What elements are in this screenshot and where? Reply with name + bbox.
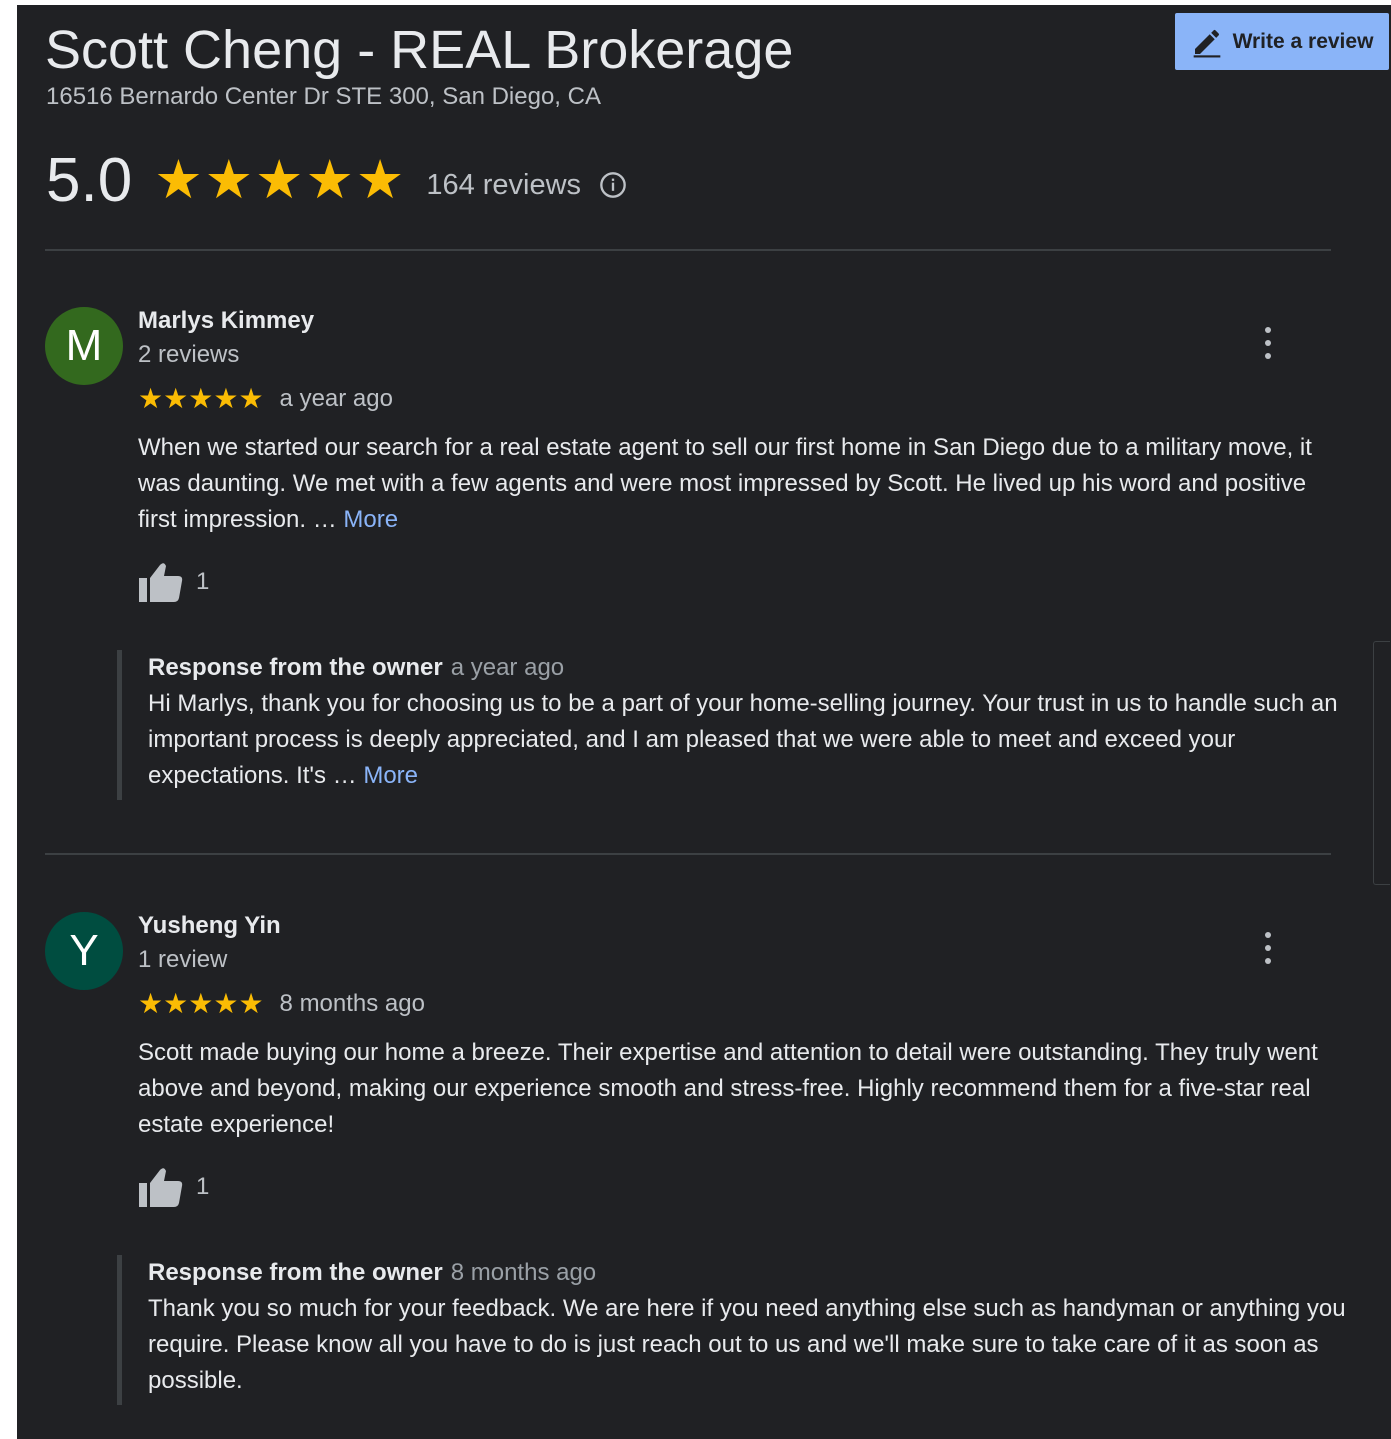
reviews-panel: Scott Cheng - REAL Brokerage 16516 Berna… (17, 5, 1391, 1439)
review-stars: ★ ★ ★ ★ ★ 8 months ago (138, 990, 425, 1018)
star-icon: ★ (188, 988, 214, 1019)
write-review-label: Write a review (1232, 29, 1374, 53)
write-review-button[interactable]: Write a review (1175, 13, 1389, 70)
avatar[interactable]: M (45, 307, 123, 385)
pencil-icon (1193, 29, 1220, 57)
rating-value: 5.0 (46, 145, 133, 215)
star-icon: ★ (188, 383, 214, 414)
owner-response-body: Hi Marlys, thank you for choosing us to … (148, 690, 1338, 789)
star-icon: ★ (255, 150, 304, 210)
review-text: When we started our search for a real es… (138, 430, 1318, 538)
star-icon: ★ (305, 150, 354, 210)
owner-response: Response from the owner a year ago Hi Mar… (117, 650, 1368, 800)
review-date: 8 months ago (279, 990, 425, 1017)
business-address: 16516 Bernardo Center Dr STE 300, San Di… (46, 83, 601, 110)
owner-response-label: Response from the owner (148, 1259, 443, 1286)
review-count: 164 reviews (426, 168, 582, 201)
more-link[interactable]: More (343, 506, 398, 533)
star-icon: ★ (238, 988, 264, 1019)
review-body: When we started our search for a real es… (138, 434, 1312, 533)
reviewer-name[interactable]: Yusheng Yin (138, 912, 281, 940)
owner-response-header: Response from the owner 8 months ago (148, 1255, 1368, 1291)
owner-response: Response from the owner 8 months ago Than… (117, 1255, 1368, 1405)
avatar[interactable]: Y (45, 912, 123, 990)
star-icon: ★ (154, 150, 203, 210)
star-icon: ★ (163, 383, 189, 414)
star-icon: ★ (163, 988, 189, 1019)
owner-response-header: Response from the owner a year ago (148, 650, 1368, 686)
star-icon: ★ (238, 383, 264, 414)
more-link[interactable]: More (363, 762, 418, 789)
review-text: Scott made buying our home a breeze. The… (138, 1039, 1318, 1138)
owner-response-date: 8 months ago (450, 1259, 597, 1286)
star-icon: ★ (213, 988, 239, 1019)
divider (45, 853, 1331, 855)
like-control[interactable]: 1 (138, 561, 209, 603)
star-icon: ★ (355, 150, 405, 210)
reviewer-name[interactable]: Marlys Kimmey (138, 307, 314, 335)
thumbs-up-icon[interactable] (138, 561, 184, 603)
owner-response-date: a year ago (450, 654, 565, 681)
star-icon: ★ (204, 150, 254, 210)
divider (45, 249, 1331, 251)
thumbs-up-icon[interactable] (138, 1166, 184, 1208)
reviewer-review-count: 1 review (138, 946, 228, 973)
review-date: a year ago (279, 385, 393, 412)
more-options-icon[interactable] (1257, 323, 1279, 363)
like-control[interactable]: 1 (138, 1166, 209, 1208)
star-icon: ★ (138, 988, 164, 1019)
owner-response-label: Response from the owner (148, 654, 443, 681)
reviewer-review-count: 2 reviews (138, 341, 240, 368)
review-stars: ★ ★ ★ ★ ★ a year ago (138, 385, 393, 413)
like-count: 1 (196, 568, 210, 595)
business-name: Scott Cheng - REAL Brokerage (45, 20, 794, 80)
more-options-icon[interactable] (1257, 928, 1279, 968)
owner-response-text: Hi Marlys, thank you for choosing us to … (148, 686, 1368, 794)
info-icon[interactable] (599, 171, 627, 199)
scrollbar[interactable] (1373, 641, 1390, 885)
like-count: 1 (196, 1173, 210, 1200)
star-icon: ★ (213, 383, 239, 414)
overall-stars: ★ ★ ★ ★ ★ (154, 153, 404, 207)
star-icon: ★ (138, 383, 164, 414)
overall-rating: 5.0 ★ ★ ★ ★ ★ 164 reviews (46, 145, 627, 215)
owner-response-text: Thank you so much for your feedback. We … (148, 1295, 1346, 1394)
